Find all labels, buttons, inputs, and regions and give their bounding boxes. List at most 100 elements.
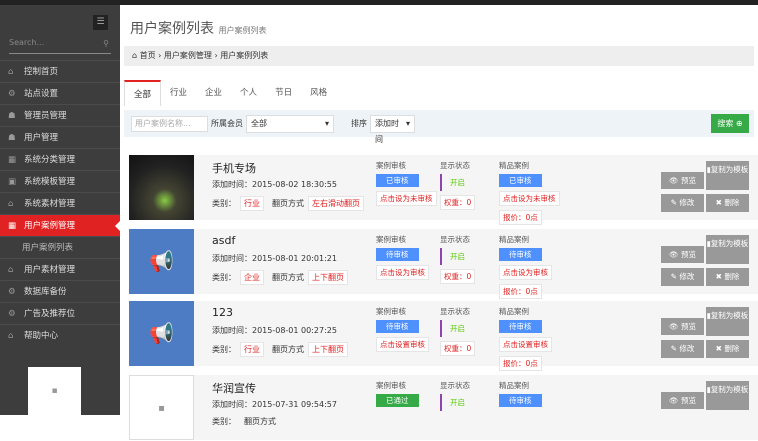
case-thumbnail[interactable]: 📢	[129, 229, 194, 294]
menu-toggle-icon[interactable]: ☰	[93, 15, 108, 30]
sidebar-item-label: 用户案例管理	[24, 221, 76, 231]
sidebar-search-input[interactable]: Search... ⚲	[9, 38, 111, 54]
menu-icon: ▦	[8, 221, 17, 231]
sidebar-item[interactable]: ⌂ 控制首页	[0, 60, 120, 82]
search-icon[interactable]: ⚲	[103, 39, 109, 48]
edit-label: 修改	[679, 272, 695, 281]
featured-toggle-link[interactable]: 点击设置审核	[499, 337, 552, 352]
pencil-icon: ✎	[670, 272, 677, 281]
display-status[interactable]: 开启	[440, 394, 473, 411]
category-value: 行业	[240, 342, 264, 357]
tab-personal[interactable]: 个人	[231, 80, 266, 106]
copy-template-button[interactable]: ▮复制为模板	[706, 161, 749, 190]
category-tabs: 全部 行业 企业 个人 节日 风格	[124, 80, 336, 106]
featured-toggle-link[interactable]: 点击设为审核	[499, 265, 552, 280]
tab-industry[interactable]: 行业	[161, 80, 196, 106]
flip-label: 翻页方式	[272, 273, 304, 282]
sidebar-item[interactable]: ⚙ 数据库备份	[0, 280, 120, 302]
case-thumbnail[interactable]	[129, 155, 194, 220]
search-button[interactable]: 搜索 ⊕	[711, 114, 749, 133]
preview-button[interactable]: 👁 预览	[661, 246, 704, 263]
display-label: 显示状态	[440, 161, 470, 170]
delete-button[interactable]: ✖ 删除	[706, 194, 749, 212]
page-subtitle: 用户案例列表	[218, 26, 267, 35]
case-thumbnail[interactable]: 📢	[129, 301, 194, 366]
case-name[interactable]: 123	[212, 306, 233, 319]
sidebar-item[interactable]: 用户案例列表	[0, 236, 120, 258]
audit-toggle-link[interactable]: 点击设为审核	[376, 265, 429, 280]
breadcrumb-case-mgmt[interactable]: 用户案例管理	[164, 51, 212, 60]
sidebar-item[interactable]: ⌂ 帮助中心	[0, 324, 120, 346]
preview-label: 预览	[680, 250, 696, 259]
home-icon: ⌂	[132, 51, 138, 60]
audit-status-badge: 已通过	[376, 394, 419, 407]
case-name[interactable]: 手机专场	[212, 160, 256, 176]
sidebar-item[interactable]: ⚙ 广告及推荐位	[0, 302, 120, 324]
tab-all[interactable]: 全部	[124, 80, 162, 106]
preview-button[interactable]: 👁 预览	[661, 318, 704, 335]
featured-toggle-link[interactable]: 点击设为未审核	[499, 191, 560, 206]
weight-value[interactable]: 权重：0	[440, 195, 476, 210]
flip-label: 翻页方式	[272, 345, 304, 354]
audit-toggle-link[interactable]: 点击设为未审核	[376, 191, 437, 206]
edit-button[interactable]: ✎ 修改	[661, 194, 704, 212]
copy-label: 复制为模板	[710, 239, 749, 248]
display-status[interactable]: 开启	[440, 320, 475, 337]
case-name[interactable]: 华润宣传	[212, 380, 256, 396]
sidebar-item[interactable]: ☗ 用户管理	[0, 126, 120, 148]
menu-icon: ⌂	[8, 331, 14, 341]
case-name[interactable]: asdf	[212, 234, 235, 247]
member-select[interactable]: 全部 ▾	[246, 114, 334, 133]
delete-button[interactable]: ✖ 删除	[706, 268, 749, 286]
menu-icon: ⚙	[8, 287, 16, 297]
menu-icon: ☗	[8, 111, 16, 121]
case-row: 手机专场 添加时间：2015-08-02 18:30:55 类别： 行业 翻页方式左…	[129, 155, 758, 225]
search-button-label: 搜索	[717, 119, 734, 128]
delete-label: 删除	[724, 272, 740, 281]
copy-template-button[interactable]: ▮复制为模板	[706, 381, 749, 410]
sort-select[interactable]: 添加时间 ▾	[370, 114, 415, 144]
flip-value: 上下翻页	[308, 342, 348, 357]
featured-status-badge: 待审核	[499, 248, 542, 261]
copy-template-button[interactable]: ▮复制为模板	[706, 307, 749, 336]
featured-status-badge: 已审核	[499, 174, 542, 187]
weight-value[interactable]: 权重：0	[440, 269, 476, 284]
audit-toggle-link[interactable]: 点击设置审核	[376, 337, 429, 352]
delete-button[interactable]: ✖ 删除	[706, 340, 749, 358]
main-content: 用户案例列表 用户案例列表 ⌂ 首页 › 用户案例管理 › 用户案例列表 全部 …	[120, 5, 758, 440]
preview-button[interactable]: 👁 预览	[661, 172, 704, 189]
tab-style[interactable]: 风格	[301, 80, 336, 106]
tab-holiday[interactable]: 节日	[266, 80, 301, 106]
case-name-input[interactable]: 用户案例名称...	[131, 115, 208, 132]
display-status[interactable]: 开启	[440, 174, 475, 191]
sidebar-item-label: 系统素材管理	[24, 199, 76, 209]
tab-enterprise[interactable]: 企业	[196, 80, 231, 106]
preview-button[interactable]: 👁 预览	[661, 392, 704, 409]
edit-button[interactable]: ✎ 修改	[661, 268, 704, 286]
sidebar-item-label: 系统模板管理	[24, 177, 76, 187]
category-label: 类别：	[212, 273, 236, 282]
category-label: 类别：	[212, 417, 236, 426]
sidebar-item[interactable]: ⚙ 站点设置	[0, 82, 120, 104]
copy-template-button[interactable]: ▮复制为模板	[706, 235, 749, 264]
weight-value[interactable]: 权重：0	[440, 341, 476, 356]
edit-button[interactable]: ✎ 修改	[661, 340, 704, 358]
eye-icon: 👁	[669, 250, 679, 259]
sidebar-item[interactable]: ▣ 系统模板管理	[0, 170, 120, 192]
case-thumbnail[interactable]: ▪	[129, 375, 194, 440]
menu-icon: ▦	[8, 155, 17, 165]
sidebar-item[interactable]: ⌂ 用户素材管理	[0, 258, 120, 280]
category-label: 类别：	[212, 345, 236, 354]
sidebar-item[interactable]: ⌂ 系统素材管理	[0, 192, 120, 214]
breadcrumb-home[interactable]: 首页	[140, 51, 156, 60]
display-status[interactable]: 开启	[440, 248, 475, 265]
audit-label: 案例审核	[376, 307, 406, 316]
eye-icon: 👁	[669, 322, 679, 331]
featured-label: 精品案例	[499, 235, 529, 244]
audit-status-badge: 待审核	[376, 248, 419, 261]
sidebar-item[interactable]: ☗ 管理员管理	[0, 104, 120, 126]
case-row: 📢 asdf 添加时间：2015-08-01 20:01:21 类别： 企业 翻页方…	[129, 229, 758, 299]
sidebar-item[interactable]: ▦ 用户案例管理	[0, 214, 120, 236]
sidebar-item-label: 用户管理	[24, 133, 59, 143]
sidebar-item[interactable]: ▦ 系统分类管理	[0, 148, 120, 170]
